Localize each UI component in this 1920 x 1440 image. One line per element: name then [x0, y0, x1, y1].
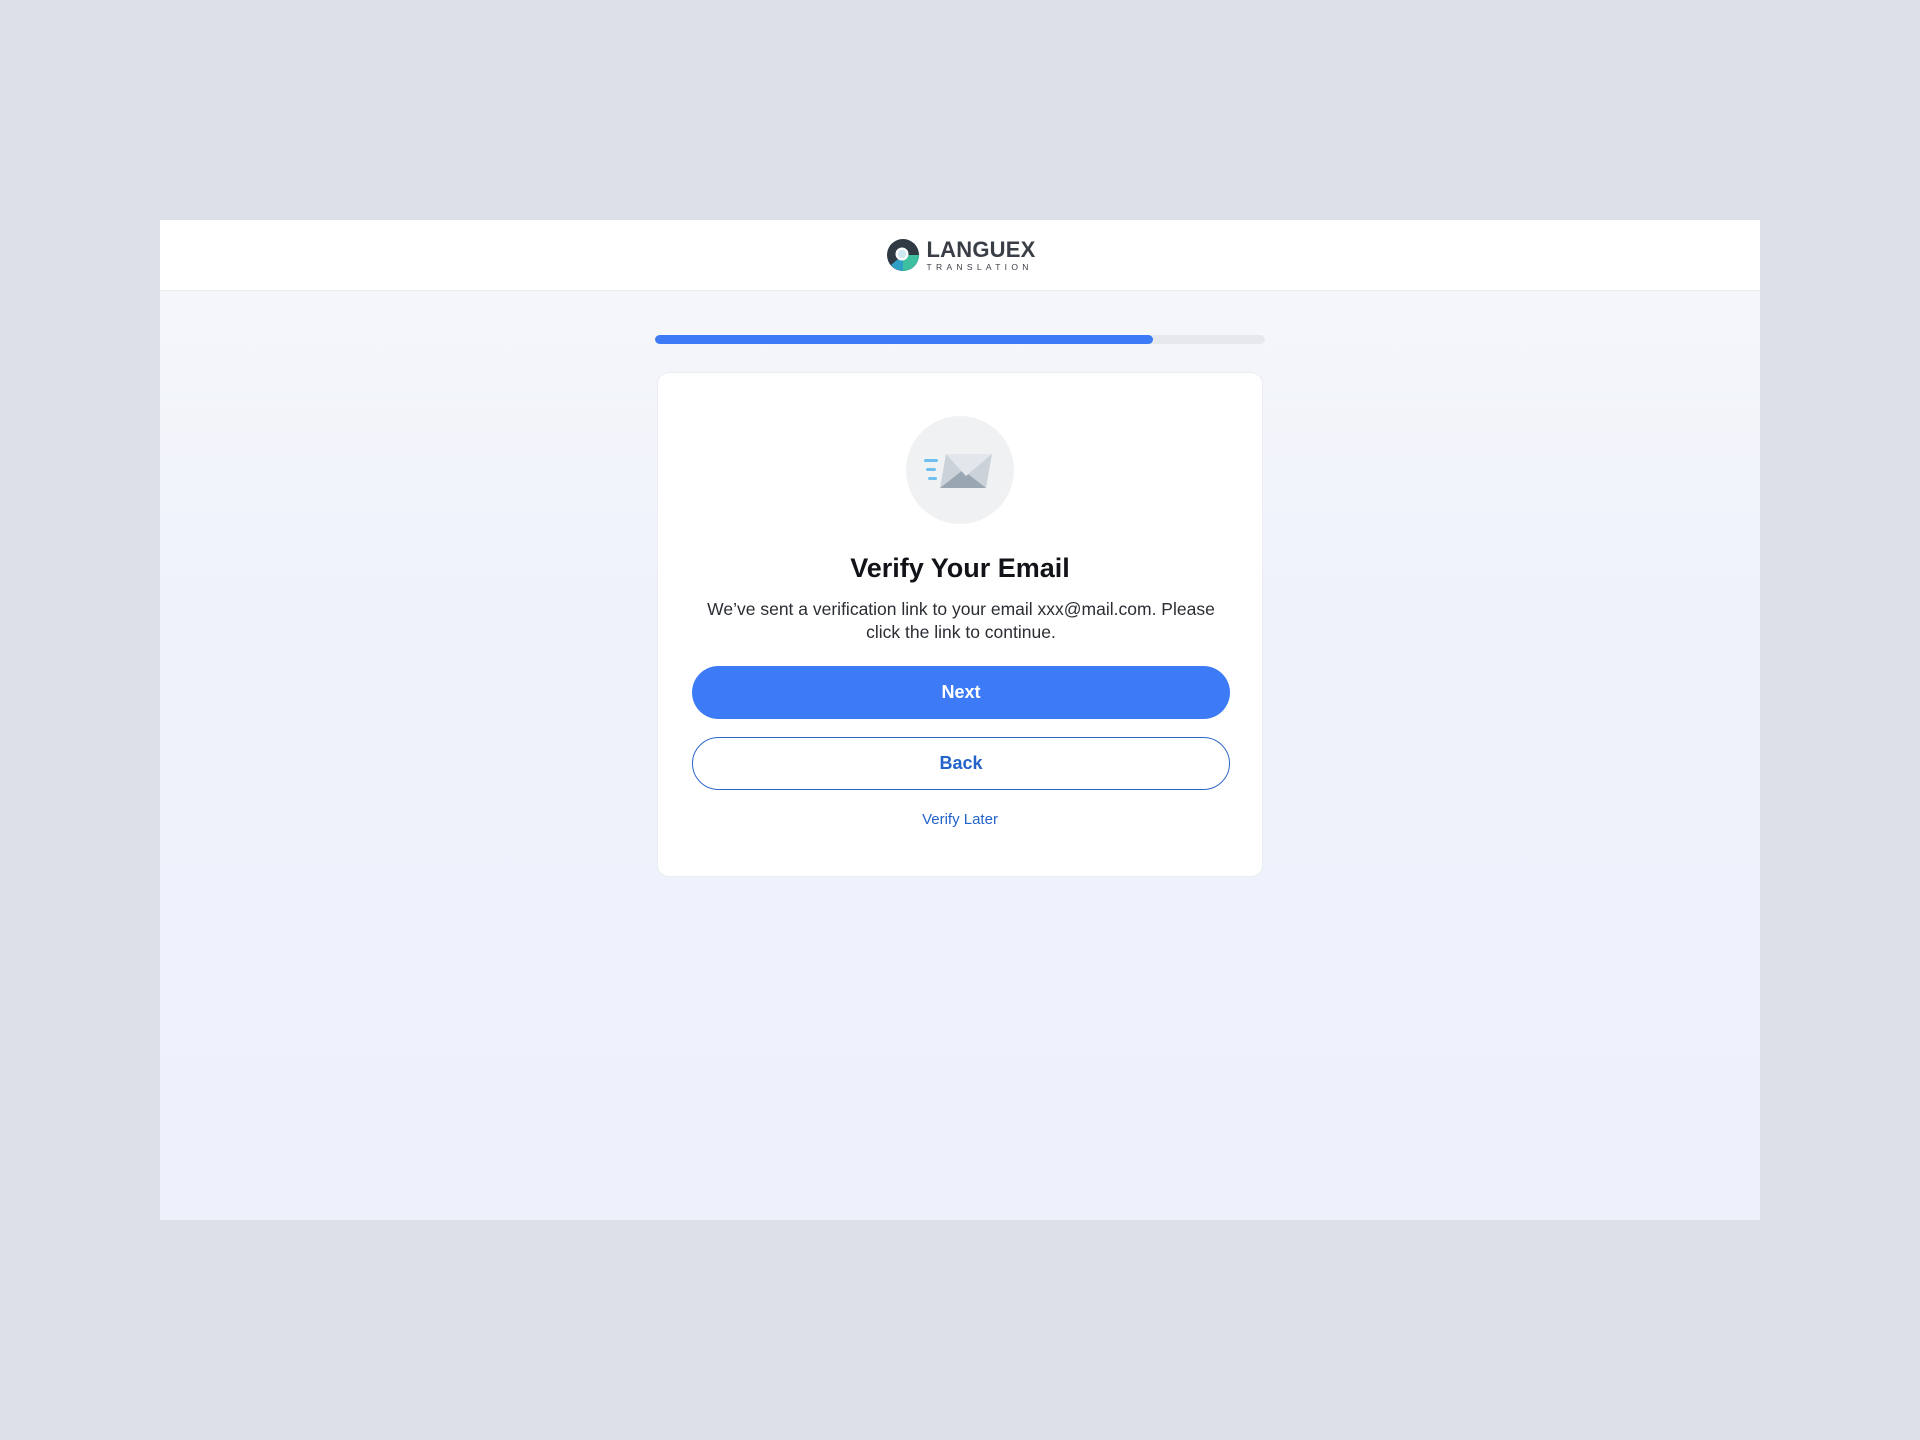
verification-message: We’ve sent a verification link to your e… — [707, 599, 1215, 642]
envelope-sending-icon — [924, 454, 992, 488]
brand-tagline: TRANSLATION — [926, 261, 1033, 272]
progress-fill — [655, 335, 1153, 344]
envelope-badge — [906, 416, 1014, 524]
top-header: LANGUEX TRANSLATION — [160, 220, 1760, 291]
brand-logo: LANGUEX TRANSLATION — [885, 237, 1036, 273]
back-button[interactable]: Back — [692, 737, 1230, 790]
verify-email-card: Verify Your Email We’ve sent a verificat… — [657, 372, 1263, 877]
languex-logo-icon — [886, 239, 919, 271]
page-title: Verify Your Email — [850, 553, 1070, 583]
app-window: LANGUEX TRANSLATION Verify Your Email We… — [160, 220, 1760, 1220]
onboarding-progress-bar — [655, 335, 1265, 344]
brand-name: LANGUEX — [926, 236, 1036, 262]
verify-later-link[interactable]: Verify Later — [658, 811, 1262, 828]
next-button[interactable]: Next — [692, 666, 1230, 719]
